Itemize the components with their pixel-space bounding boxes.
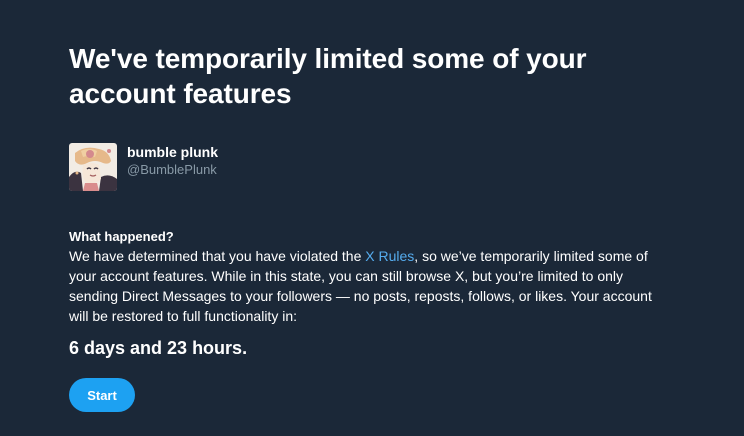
account-card: bumble plunk @BumblePlunk [69,143,218,191]
notice-description: We have determined that you have violate… [69,246,659,326]
account-handle: @BumblePlunk [127,162,217,177]
profile-avatar-icon [69,143,117,191]
restriction-countdown: 6 days and 23 hours. [69,338,248,358]
account-text: bumble plunk @BumblePlunk [127,144,218,178]
description-text-start: We have determined that you have violate… [69,248,366,264]
x-rules-link[interactable]: X Rules [365,248,414,264]
section-heading: What happened? [69,229,174,244]
display-name: bumble plunk [127,144,218,160]
avatar [69,143,117,191]
start-button[interactable]: Start [69,378,135,412]
page-title: We've temporarily limited some of your a… [69,43,587,109]
